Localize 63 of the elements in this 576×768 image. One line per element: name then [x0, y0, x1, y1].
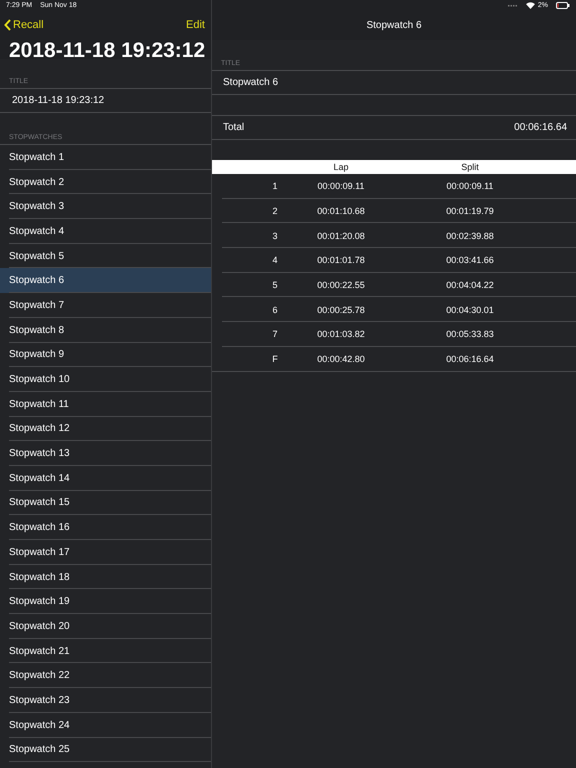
stopwatch-list-item[interactable]: Stopwatch 2: [0, 170, 211, 194]
stopwatch-list-item[interactable]: Stopwatch 25: [0, 738, 211, 762]
table-cell-text: 00:00:25.78: [316, 304, 366, 315]
table-cell-text: 00:01:03.82: [316, 329, 366, 340]
stopwatch-list-item[interactable]: Stopwatch 15: [0, 490, 211, 516]
table-cell-text: 00:01:01.78: [316, 255, 366, 266]
table-cell-text: 3: [271, 230, 278, 241]
stopwatch-list-item[interactable]: Stopwatch 1: [0, 145, 211, 170]
table-cell-text: 5: [271, 280, 278, 290]
table-cell-text: 00:01:19.79: [445, 206, 495, 216]
stopwatch-list-item[interactable]: Stopwatch 23: [0, 688, 211, 713]
total-label: Total: [223, 122, 244, 133]
total-value: 00:06:16.64: [514, 122, 567, 133]
detail-title: Stopwatch 6: [366, 20, 422, 31]
table-cell-text: 00:01:10.68: [316, 206, 366, 216]
signal-icon: [508, 4, 518, 7]
stopwatch-list-item[interactable]: Stopwatch 19: [0, 589, 211, 614]
back-button[interactable]: Recall: [4, 19, 44, 31]
title-value: Stopwatch 6: [223, 77, 278, 88]
stopwatch-list-item[interactable]: Stopwatch 3: [0, 194, 211, 220]
table-cell-text: 00:00:22.55: [316, 280, 366, 290]
table-cell-text: 1: [271, 181, 278, 192]
table-cell-text: 00:02:39.88: [445, 230, 495, 241]
stopwatch-list-item[interactable]: Stopwatch 8: [0, 318, 211, 342]
table-cell-text: 00:04:04.22: [445, 280, 495, 290]
stopwatch-list-item[interactable]: Stopwatch 17: [0, 540, 211, 565]
table-cell-text: 7: [271, 329, 278, 340]
battery-icon: [556, 2, 570, 9]
stopwatch-list-item[interactable]: Stopwatch 18: [0, 564, 211, 590]
table-cell-text: 2: [271, 206, 278, 216]
stopwatch-list-item[interactable]: Stopwatch 20: [0, 614, 211, 639]
table-cell-text: 00:05:33.83: [445, 329, 495, 340]
wifi-icon: [526, 2, 535, 9]
stopwatch-list-item[interactable]: Stopwatch 12: [0, 416, 211, 442]
stopwatch-list-item[interactable]: Stopwatch 14: [0, 466, 211, 491]
stopwatch-list-item[interactable]: Stopwatch 4: [0, 219, 211, 244]
title-value: 2018-11-18 19:23:12: [12, 95, 104, 106]
chevron-left-icon: [4, 19, 11, 31]
stopwatch-list-item[interactable]: Stopwatch 24: [0, 712, 211, 738]
table-cell-text: F: [271, 354, 279, 364]
stopwatch-list-item[interactable]: Stopwatch 6: [0, 268, 211, 294]
stopwatch-list-item[interactable]: Stopwatch 21: [0, 638, 211, 664]
table-cell-text: 00:01:20.08: [316, 230, 366, 241]
stopwatch-list-item[interactable]: Stopwatch 9: [0, 342, 211, 368]
stopwatch-list-item[interactable]: Stopwatch 13: [0, 441, 211, 466]
page-title: 2018-11-18 19:23:12: [8, 39, 206, 63]
stopwatch-list-item[interactable]: Stopwatch 11: [0, 392, 211, 417]
column-header: Lap: [332, 162, 350, 172]
table-cell-text: 00:00:09.11: [316, 181, 366, 192]
table-cell-text: 6: [271, 304, 278, 315]
table-cell-text: 4: [271, 255, 278, 266]
stopwatch-list-item[interactable]: Stopwatch 10: [0, 367, 211, 392]
table-cell-text: 00:00:09.11: [446, 181, 494, 192]
table-cell-text: 00:03:41.66: [445, 255, 495, 266]
stopwatch-list-item[interactable]: Stopwatch 7: [0, 293, 211, 318]
stopwatch-list-item[interactable]: Stopwatch 22: [0, 663, 211, 688]
column-header: Split: [460, 162, 480, 172]
table-cell-text: 00:00:42.80: [316, 354, 366, 364]
table-cell-text: 00:06:16.64: [445, 354, 495, 364]
edit-button[interactable]: Edit: [186, 19, 205, 31]
stopwatch-list-item[interactable]: Stopwatch 16: [0, 515, 211, 540]
table-cell-text: 00:04:30.01: [445, 304, 495, 315]
stopwatch-list-item[interactable]: Stopwatch 5: [0, 244, 211, 268]
